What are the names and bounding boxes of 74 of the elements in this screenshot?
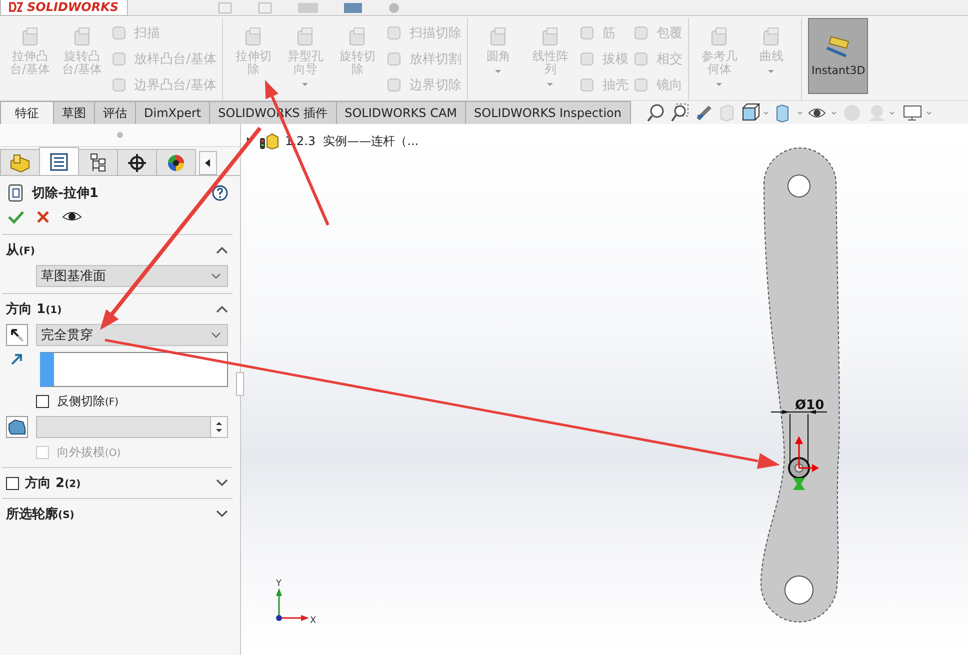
part-icon (110, 50, 128, 68)
part-icon (385, 76, 404, 94)
tab[interactable]: DimXpert (135, 101, 210, 124)
chevron-icon[interactable] (216, 479, 228, 487)
part-icon (385, 24, 404, 42)
list-icon (49, 152, 69, 172)
ok-icon[interactable] (8, 210, 24, 224)
dropdown[interactable]: 完全贯穿 (36, 324, 228, 346)
reverse-direction-button[interactable] (6, 324, 28, 346)
draft-icon (7, 418, 27, 436)
part-icon (259, 132, 279, 150)
axis-label: Y (276, 579, 282, 589)
panel-tab[interactable] (117, 149, 157, 175)
tab[interactable]: 评估 (94, 101, 136, 124)
tab[interactable]: SOLIDWORKS Inspection (465, 101, 630, 124)
tab[interactable]: SOLIDWORKS CAM (336, 101, 466, 124)
spinner-arrows-icon[interactable] (215, 420, 223, 434)
zoom-area-icon[interactable] (670, 102, 690, 122)
chevron-icon[interactable] (216, 510, 228, 518)
panel-resize-handle[interactable] (236, 372, 244, 396)
part-icon (578, 50, 596, 68)
instant3d-button[interactable]: Instant3D (808, 18, 868, 94)
view-orientation-icon[interactable] (740, 102, 770, 122)
checkbox[interactable] (36, 395, 49, 408)
help-icon[interactable] (212, 185, 228, 201)
splitter-handle-icon[interactable] (117, 132, 123, 138)
panel-tab[interactable] (78, 149, 118, 175)
panel-tab[interactable] (39, 147, 79, 175)
section-title: 所选轮廓(S) (6, 506, 74, 523)
tree-icon (88, 152, 108, 172)
checkbox[interactable] (6, 476, 19, 490)
draft-button[interactable] (6, 416, 28, 438)
part-icon (385, 50, 404, 68)
axis-label: X (310, 616, 316, 626)
panel-tab[interactable] (156, 149, 196, 175)
chevron-icon[interactable] (216, 246, 228, 254)
display-style-icon[interactable] (774, 102, 804, 122)
part-icon (632, 24, 650, 42)
section-title: 方向 1(1) (6, 300, 62, 318)
coordinate-triad-drawing (276, 588, 309, 621)
tab[interactable]: 特征 (0, 101, 54, 124)
caret-icon (211, 332, 221, 338)
monitor-icon[interactable] (902, 102, 934, 122)
part-icon (632, 50, 650, 68)
logo-icon (9, 2, 23, 12)
section-title: 从(F) (6, 242, 35, 259)
zoom-to-fit-icon[interactable] (646, 102, 666, 122)
close-icon[interactable] (36, 210, 50, 224)
sketch-circle-drawing (788, 436, 819, 490)
part-icon (9, 152, 31, 172)
crosshair-icon (127, 152, 147, 172)
color-wheel-icon (166, 152, 186, 172)
selection-box[interactable] (40, 352, 228, 387)
section-title: 方向 2(2) (25, 474, 81, 492)
logo: SOLIDWORKS (27, 0, 119, 14)
scroll-left-button[interactable] (199, 151, 217, 175)
part-icon (578, 76, 596, 94)
dropdown[interactable]: 草图基准面 (36, 265, 228, 287)
spin-field[interactable] (36, 416, 228, 438)
dimension-text[interactable]: Ø10 (795, 398, 824, 413)
checkbox-label: 反侧切除(F) (57, 393, 119, 410)
arrow-icon (8, 326, 26, 344)
part-icon (632, 76, 650, 94)
cut-extrude-icon (8, 184, 24, 202)
chevron-icon[interactable] (216, 305, 228, 313)
caret-icon (211, 273, 221, 279)
part-icon (110, 24, 128, 42)
tab[interactable]: 草图 (53, 101, 95, 124)
feature-title: 切除-拉伸1 (32, 185, 98, 202)
direction-arrow-icon (10, 352, 24, 366)
checkbox-label: 向外拔模(O) (57, 444, 121, 461)
part-icon (110, 76, 128, 94)
left-arrow-icon (205, 159, 211, 167)
part-icon (578, 24, 596, 42)
